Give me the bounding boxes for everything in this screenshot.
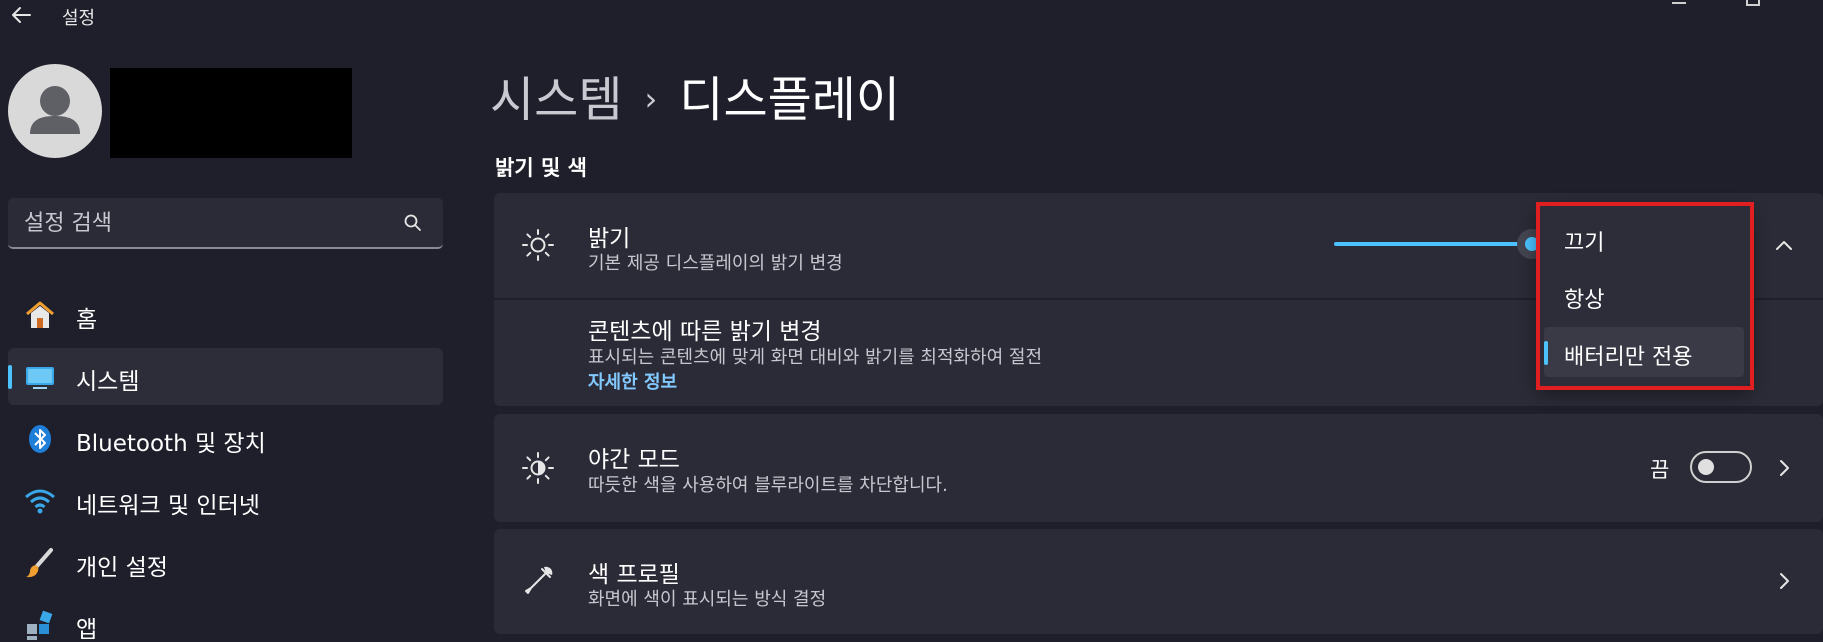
- sidebar-item-personalization[interactable]: 개인 설정: [8, 534, 443, 591]
- minimize-button[interactable]: [1672, 0, 1686, 4]
- sidebar-item-network[interactable]: 네트워크 및 인터넷: [8, 472, 443, 529]
- sidebar-item-label: 네트워크 및 인터넷: [76, 493, 260, 519]
- search-box[interactable]: [8, 198, 443, 249]
- chevron-right-icon[interactable]: [1766, 450, 1802, 486]
- slider-fill: [1334, 242, 1532, 246]
- avatar[interactable]: [8, 64, 102, 158]
- color-profile-card[interactable]: 색 프로필 화면에 색이 표시되는 방식 결정: [494, 529, 1823, 634]
- adaptive-title: 콘텐츠에 따른 밝기 변경: [588, 319, 822, 345]
- night-light-subtitle: 따듯한 색을 사용하여 블루라이트를 차단합니다.: [588, 475, 948, 496]
- breadcrumb-separator: ›: [644, 80, 658, 118]
- wifi-icon: [25, 489, 55, 514]
- color-profile-subtitle: 화면에 색이 표시되는 방식 결정: [588, 589, 827, 610]
- apps-icon: [27, 610, 53, 640]
- night-light-toggle[interactable]: [1690, 451, 1752, 483]
- night-light-state-label: 끔: [1650, 458, 1670, 482]
- user-icon: [30, 86, 80, 134]
- sidebar-item-label: 홈: [76, 307, 98, 333]
- annotation-highlight-box: [1536, 202, 1754, 390]
- back-button[interactable]: [8, 2, 36, 28]
- sidebar-item-home[interactable]: 홈: [8, 286, 443, 343]
- color-profile-title: 색 프로필: [588, 562, 680, 588]
- brush-icon: [26, 548, 53, 578]
- arrow-left-icon: [12, 7, 31, 23]
- home-icon: [26, 301, 54, 328]
- brightness-subtitle: 기본 제공 디스플레이의 밝기 변경: [588, 253, 843, 274]
- selection-indicator: [8, 365, 12, 389]
- sidebar-item-apps[interactable]: 앱: [8, 596, 443, 642]
- maximize-button[interactable]: [1746, 0, 1760, 6]
- page-title: 디스플레이: [679, 72, 901, 128]
- toggle-knob: [1698, 459, 1714, 475]
- redacted-account-name: [110, 68, 352, 158]
- night-light-icon: [522, 452, 554, 484]
- sidebar-item-label: 앱: [76, 617, 98, 642]
- app-title: 설정: [62, 8, 96, 29]
- sun-icon: [522, 229, 554, 261]
- sidebar-item-label: Bluetooth 및 장치: [76, 431, 266, 457]
- chevron-up-icon[interactable]: [1766, 228, 1802, 264]
- system-icon: [26, 367, 54, 389]
- sidebar-item-label: 시스템: [76, 369, 140, 395]
- adaptive-subtitle: 표시되는 콘텐츠에 맞게 화면 대비와 밝기를 최적화하여 절전: [588, 347, 1043, 368]
- sidebar-nav: 홈 시스템 Bluetooth 및 장치 네트워크 및 인터넷 개인 설정 앱: [8, 286, 443, 642]
- chevron-right-icon[interactable]: [1766, 563, 1802, 599]
- search-input[interactable]: [24, 206, 384, 240]
- bluetooth-icon: [29, 425, 51, 453]
- brightness-title: 밝기: [588, 226, 631, 252]
- night-light-card[interactable]: 야간 모드 따듯한 색을 사용하여 블루라이트를 차단합니다. 끔: [494, 414, 1823, 522]
- brightness-slider[interactable]: [1334, 229, 1554, 259]
- sidebar-item-system[interactable]: 시스템: [8, 348, 443, 405]
- eyedropper-icon: [525, 566, 553, 594]
- breadcrumb: 시스템 › 디스플레이: [490, 60, 900, 130]
- breadcrumb-parent[interactable]: 시스템: [490, 72, 622, 128]
- section-title: 밝기 및 색: [495, 156, 587, 180]
- title-bar: 설정: [0, 0, 1823, 30]
- sidebar-item-label: 개인 설정: [76, 555, 168, 581]
- search-icon[interactable]: [403, 213, 423, 233]
- night-light-title: 야간 모드: [588, 447, 680, 473]
- learn-more-link[interactable]: 자세한 정보: [588, 368, 677, 394]
- sidebar-item-bluetooth[interactable]: Bluetooth 및 장치: [8, 410, 443, 467]
